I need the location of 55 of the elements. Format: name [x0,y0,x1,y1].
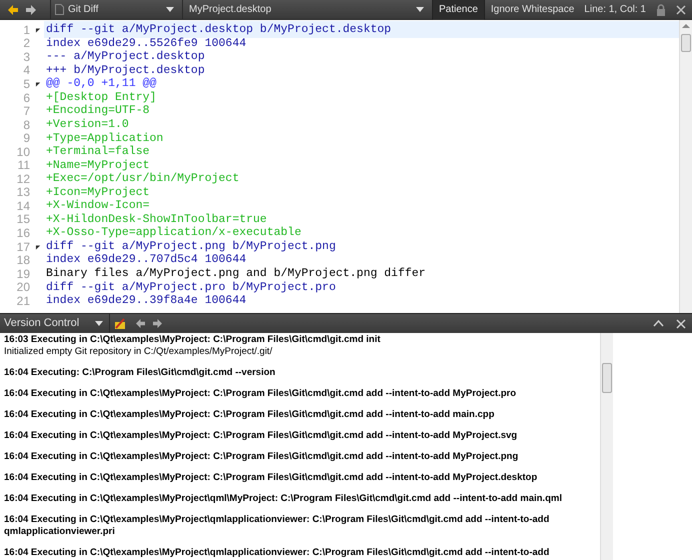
code-line: Binary files a/MyProject.png and b/MyProject.png differ [45,266,427,282]
lock-icon[interactable] [656,4,666,16]
back-arrow-icon[interactable] [136,319,145,328]
log-command: 16:04 Executing in C:\Qt\examples\MyProject: C:\Program Files\Git\cmd\git.cmd add --intent-to-add MyProject.svg [4,430,518,442]
code-line: +Version=1.0 [45,116,130,132]
fold-marker-icon[interactable] [34,26,40,33]
log-command: 16:04 Executing in C:\Qt\examples\MyProject: C:\Program Files\Git\cmd\git.cmd add --intent-to-add MyProject.pro [4,388,518,400]
fold-marker-icon[interactable] [34,243,40,250]
log-command: 16:04 Executing in C:\Qt\examples\MyProject\qmlapplicationviewer: C:\Program Files\Git\cmd\git.cmd add --intent-to-add qmlapplicationviewer.pri [4,514,550,538]
code-line: +Encoding=UTF-8 [45,103,151,118]
log-command: 16:03 Executing in C:\Qt\examples\MyProject: C:\Program Files\Git\cmd\git.cmd init [4,334,382,346]
toolbar-toggle-button[interactable]: Patience [432,0,485,20]
code-line: @@ -0,0 +1,11 @@ [45,76,158,92]
code-line: +Terminal=false [45,144,151,160]
code-line: +X-Window-Icon= [45,198,151,214]
code-line: +++ b/MyProject.desktop [45,62,206,78]
scroll-up-icon[interactable] [682,24,690,28]
scrollbar-thumb[interactable] [602,363,612,393]
code-line: diff --git a/MyProject.pro b/MyProject.pro [45,280,337,294]
fold-marker-icon[interactable] [34,80,40,88]
code-line: diff --git a/MyProject.png b/MyProject.png [45,238,337,254]
caret-icon [166,7,174,12]
log-command: 16:04 Executing in C:\Qt\examples\MyProject\qml\MyProject: C:\Program Files\Git\cmd\git.cmd add --intent-to-add main.qml [4,493,563,505]
code-line: +Type=Application [45,130,164,146]
code-line: index e69de29..707d5c4 100644 [45,252,248,268]
code-line: --- a/MyProject.desktop [45,49,206,64]
log-command: 16:04 Executing in C:\Qt\examples\MyProject: C:\Program Files\Git\cmd\git.cmd add --intent-to-add MyProject.png [4,451,520,463]
toolbar-toggle-button[interactable]: Ignore Whitespace [484,0,580,20]
cursor-position: Line: 1, Col: 1 [584,3,646,17]
code-line: index e69de29..39f8a4e 100644 [45,293,248,310]
caret-icon [416,7,424,12]
clear-icon[interactable] [114,318,126,330]
code-line: index e69de29..5526fe9 100644 [45,36,248,50]
close-icon[interactable] [676,4,686,14]
log-output: Initialized empty Git repository in C:/Qt/examples/MyProject/.git/ [4,346,274,358]
code-line: +Exec=/opt/usr/bin/MyProject [45,171,240,186]
scrollbar-thumb[interactable] [681,34,691,52]
caret-icon [95,321,103,326]
document-icon [55,4,64,15]
scrollbar[interactable] [679,20,692,313]
close-icon[interactable] [676,318,686,328]
maximize-icon[interactable] [653,320,664,327]
code-line: +Icon=MyProject [45,184,151,200]
code-line: +X-HildonDesk-ShowInToolbar=true [45,212,268,226]
code-line: +X-Osso-Type=application/x-executable [45,225,302,240]
scrollbar[interactable] [600,333,613,560]
log-command: 16:04 Executing in C:\Qt\examples\MyProject: C:\Program Files\Git\cmd\git.cmd add --intent-to-add main.cpp [4,409,496,421]
log-command: 16:04 Executing in C:\Qt\examples\MyProject\qmlapplicationviewer: C:\Program Files\Git\cmd\git.cmd add --intent-to-add [4,547,550,559]
log-command: 16:04 Executing in C:\Qt\examples\MyProject: C:\Program Files\Git\cmd\git.cmd add --intent-to-add MyProject.desktop [4,472,538,484]
forward-arrow-icon[interactable] [26,4,36,14]
back-arrow-icon[interactable] [8,4,18,14]
code-line: +[Desktop Entry] [45,90,158,104]
log-command: 16:04 Executing: C:\Program Files\Git\cmd\git.cmd --version [4,367,276,379]
code-line: +Name=MyProject [45,158,151,172]
forward-arrow-icon[interactable] [153,319,162,328]
